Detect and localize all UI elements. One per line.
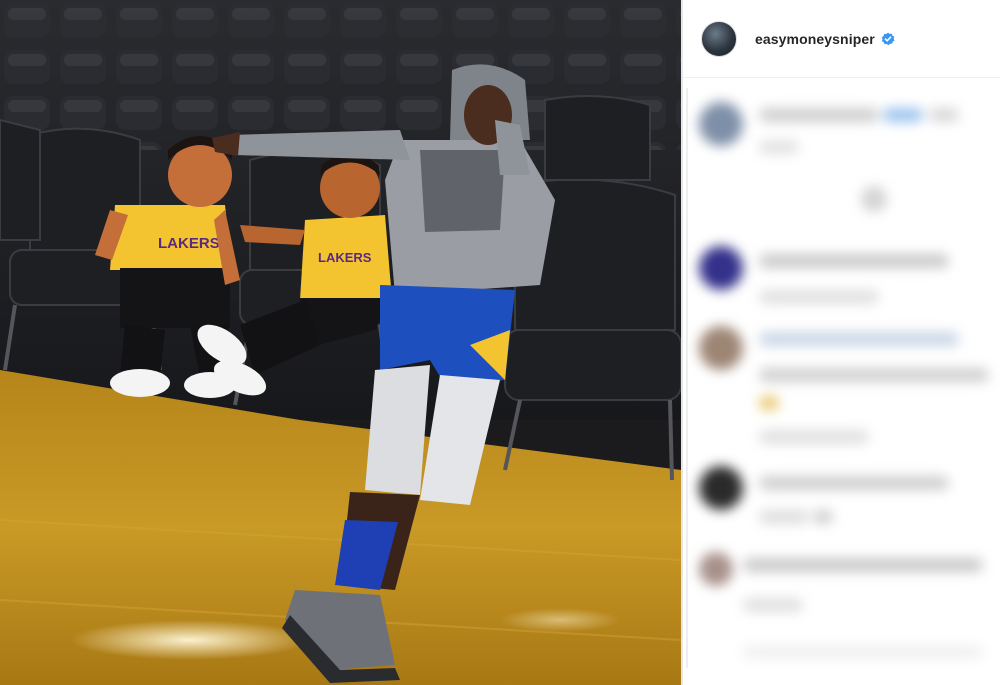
profile-avatar[interactable] — [701, 20, 737, 57]
blurred-comments — [683, 78, 1000, 685]
sidebar-scroll-track — [686, 88, 688, 668]
post-photo[interactable]: LAKERS LAKERS — [0, 0, 681, 685]
svg-text:LAKERS: LAKERS — [318, 250, 372, 265]
post-sidebar: easymoneysniper — [683, 0, 1000, 685]
username-link[interactable]: easymoneysniper — [755, 31, 875, 47]
verified-badge-icon — [881, 32, 895, 45]
post-header: easymoneysniper — [683, 0, 1000, 78]
photo-scene: LAKERS LAKERS — [0, 0, 681, 685]
svg-text:LAKERS: LAKERS — [158, 235, 220, 252]
